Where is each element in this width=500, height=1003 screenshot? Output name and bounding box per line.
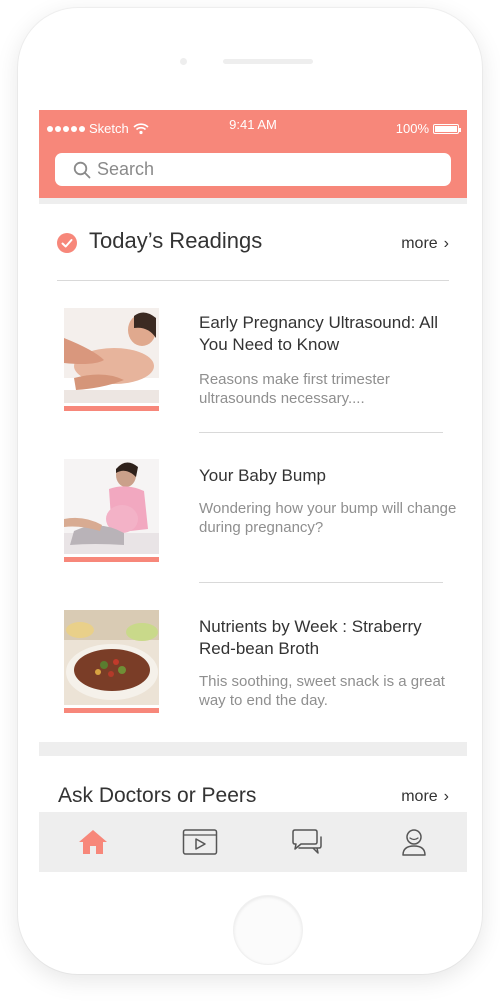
search-icon (73, 161, 91, 178)
battery-icon (433, 123, 461, 134)
section-divider (57, 280, 449, 281)
battery-group: 100% (395, 121, 461, 136)
article-thumbnail-ultrasound (64, 308, 159, 403)
article-divider (199, 432, 443, 433)
article-thumbnail-baby-bump (64, 459, 159, 554)
section-gap (39, 742, 467, 756)
chevron-right-icon: › (443, 235, 449, 252)
tab-home[interactable] (39, 812, 146, 872)
readings-header: Today’s Readings more › (39, 228, 467, 258)
search-placeholder: Search (97, 159, 155, 179)
thumbnail-accent-bar (64, 557, 159, 562)
article-description: Wondering how your bump will change duri… (199, 500, 457, 536)
article-title: Nutrients by Week : Straberry Red-bean B… (199, 617, 422, 658)
tab-profile[interactable] (360, 812, 467, 872)
section-title-readings: Today’s Readings (89, 228, 263, 253)
thumbnail-accent-bar (64, 708, 159, 713)
tab-chat[interactable] (253, 812, 360, 872)
ask-more-link[interactable]: more › (401, 788, 449, 806)
article-description: This soothing, sweet snack is a great wa… (199, 673, 445, 709)
status-bar: Sketch 9:41 AM 100% (39, 110, 467, 142)
article-title: Early Pregnancy Ultrasound: All You Need… (199, 313, 439, 354)
header-divider (39, 198, 467, 204)
more-label: more (401, 235, 438, 252)
battery-percent: 100% (395, 121, 429, 136)
front-camera (180, 58, 187, 65)
earpiece-speaker (223, 59, 313, 64)
article-thumbnail-broth (64, 610, 159, 705)
chevron-right-icon: › (443, 788, 449, 805)
app-header: Sketch 9:41 AM 100% Search (39, 110, 467, 198)
article-item[interactable]: Nutrients by Week : Straberry Red-bean B… (39, 610, 467, 730)
video-icon (182, 829, 217, 855)
section-title-ask: Ask Doctors or Peers (58, 784, 257, 807)
search-input[interactable]: Search (55, 153, 451, 186)
article-description: Reasons make first trimester ultrasounds… (199, 371, 390, 407)
readings-more-link[interactable]: more › (401, 235, 449, 253)
article-divider (199, 582, 443, 583)
article-item[interactable]: Early Pregnancy Ultrasound: All You Need… (39, 308, 467, 428)
profile-icon (401, 829, 426, 856)
more-label: more (401, 788, 438, 805)
article-item[interactable]: Your Baby Bump Wondering how your bump w… (39, 459, 467, 579)
app-screen: Sketch 9:41 AM 100% Search Today’s Readi… (39, 110, 467, 872)
home-button[interactable] (234, 896, 302, 964)
chat-icon (291, 829, 322, 854)
thumbnail-accent-bar (64, 406, 159, 411)
tab-video[interactable] (146, 812, 253, 872)
article-title: Your Baby Bump (199, 466, 326, 485)
tab-bar (39, 812, 467, 872)
checkmark-icon (57, 233, 77, 253)
home-icon (78, 830, 107, 854)
